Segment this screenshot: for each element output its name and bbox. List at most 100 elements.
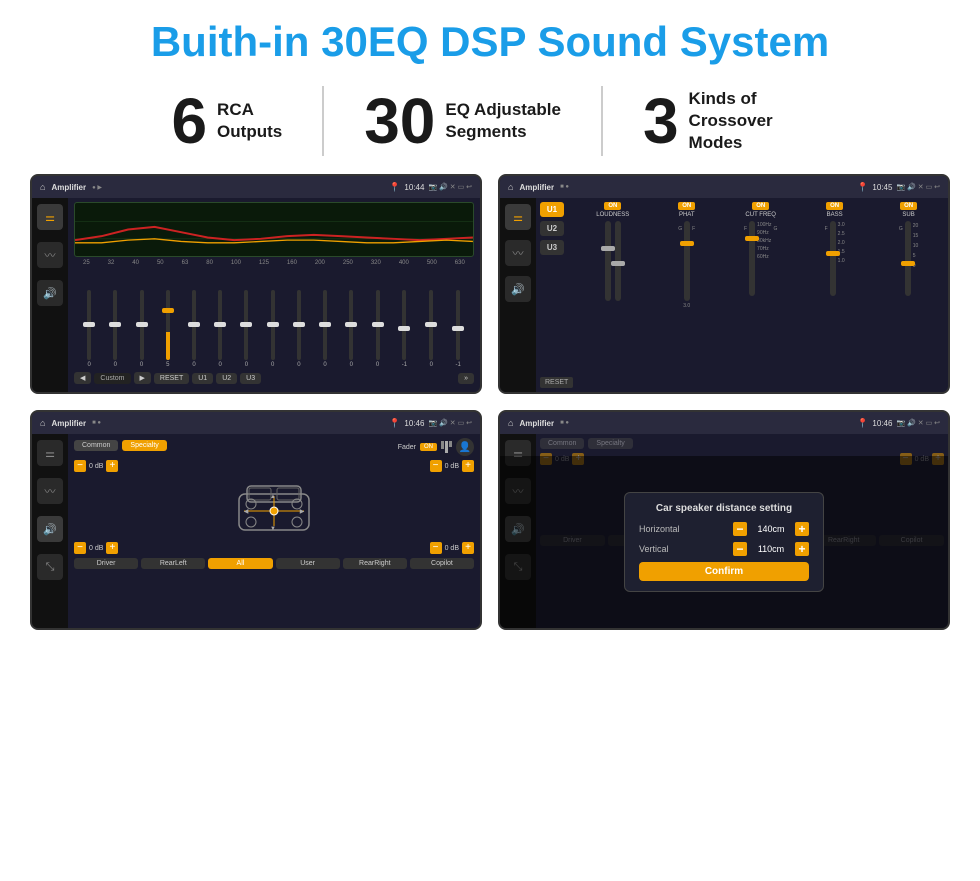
dialog-tab-specialty: Specialty [588,438,632,449]
db-value-fr: 0 dB [445,463,459,470]
fader-speaker-icon[interactable]: 🔊 [37,516,63,542]
eq-speaker-icon[interactable]: 🔊 [37,280,63,306]
cross-wave-icon[interactable]: 〰 [505,240,531,266]
app-name-1: Amplifier [51,183,86,192]
stat-rca-number: 6 [171,89,207,153]
eq-prev-btn[interactable]: ◀ [74,372,91,384]
db-control-rr: − 0 dB + [430,542,474,554]
eq-slider-0: 0 [87,290,91,368]
location-icon-3: 📍 [389,418,400,429]
time-3: 10:46 [404,419,424,428]
eq-side-panel: ⚌ 〰 🔊 [32,198,68,392]
eq-filter-icon[interactable]: ⚌ [37,204,63,230]
phat-on-badge[interactable]: ON [678,202,695,210]
loudness-on-badge[interactable]: ON [604,202,621,210]
time-4: 10:46 [872,419,892,428]
cross-filter-icon[interactable]: ⚌ [505,204,531,230]
vertical-minus-btn[interactable]: − [733,542,747,556]
eq-slider-5: 0 [218,290,222,368]
fader-filter-icon[interactable]: ⚌ [37,440,63,466]
db-control-fl: − 0 dB + [74,460,118,472]
status-icons-4: 📷 🔊 ✕ ▭ ↩ [896,419,940,427]
app-name-3: Amplifier [51,419,86,428]
btn-driver[interactable]: Driver [74,558,138,569]
status-icons-2: 📷 🔊 ✕ ▭ ↩ [896,183,940,191]
vertical-plus-btn[interactable]: + [795,542,809,556]
sub-on-badge[interactable]: ON [900,202,917,210]
fader-tabs: Common Specialty [74,440,167,451]
u1-select-btn[interactable]: U1 [540,202,564,217]
btn-rear-left[interactable]: RearLeft [141,558,205,569]
cutfreq-label: CUT FREQ [745,212,776,218]
eq-wave-icon[interactable]: 〰 [37,242,63,268]
screens-grid: ⌂ Amplifier ● ▶ 📍 10:44 📷 🔊 ✕ ▭ ↩ ⚌ 〰 🔊 [0,166,980,638]
db-plus-rl[interactable]: + [106,542,118,554]
fader-avatar-icon[interactable]: 👤 [456,438,474,456]
status-bar-3: ⌂ Amplifier ■ ● 📍 10:46 📷 🔊 ✕ ▭ ↩ [32,412,480,434]
btn-user[interactable]: User [276,558,340,569]
stat-rca: 6 RCAOutputs [131,89,322,153]
crossover-reset-btn[interactable]: RESET [540,377,573,388]
screen-dialog: ⌂ Amplifier ■ ● 📍 10:46 📷 🔊 ✕ ▭ ↩ ⚌ 〰 🔊 … [498,410,950,630]
u2-select-btn[interactable]: U2 [540,221,564,236]
eq-forward-btn[interactable]: » [458,373,474,384]
tab-common[interactable]: Common [74,440,118,451]
eq-slider-13: 0 [429,290,433,368]
status-bar-2: ⌂ Amplifier ■ ● 📍 10:45 📷 🔊 ✕ ▭ ↩ [500,176,948,198]
phat-section: ON PHAT G F 3.0 [651,202,722,388]
fader-expand-icon[interactable]: ⤡ [37,554,63,580]
loudness-label: LOUDNESS [596,212,629,218]
db-plus-fl[interactable]: + [106,460,118,472]
db-plus-fr[interactable]: + [462,460,474,472]
stats-row: 6 RCAOutputs 30 EQ AdjustableSegments 3 … [0,76,980,166]
location-icon-4: 📍 [857,418,868,429]
btn-rear-right[interactable]: RearRight [343,558,407,569]
home-icon-4: ⌂ [508,418,513,428]
eq-main-area: ⚌ 〰 🔊 [32,198,480,392]
btn-copilot[interactable]: Copilot [410,558,474,569]
eq-graph [74,202,474,257]
bass-label: BASS [827,212,843,218]
stat-eq-number: 30 [364,89,435,153]
fader-wave-icon[interactable]: 〰 [37,478,63,504]
db-value-fl: 0 dB [89,463,103,470]
location-icon-2: 📍 [857,182,868,193]
eq-u2-btn[interactable]: U2 [216,373,237,384]
db-minus-fr[interactable]: − [430,460,442,472]
db-minus-rl[interactable]: − [74,542,86,554]
eq-slider-9: 0 [323,290,327,368]
cutfreq-section: ON CUT FREQ F 100Hz 90Hz 80kHz 70Hz [725,202,796,388]
status-bar-1: ⌂ Amplifier ● ▶ 📍 10:44 📷 🔊 ✕ ▭ ↩ [32,176,480,198]
tab-specialty[interactable]: Specialty [122,440,166,451]
bass-on-badge[interactable]: ON [826,202,843,210]
car-diagram-svg: ▲ ▼ ◀ ▶ [229,476,319,540]
dialog-horizontal-row: Horizontal − 140cm + [639,522,809,536]
cross-speaker-icon[interactable]: 🔊 [505,276,531,302]
distance-dialog: Car speaker distance setting Horizontal … [500,456,948,628]
horizontal-minus-btn[interactable]: − [733,522,747,536]
status-icons-3: 📷 🔊 ✕ ▭ ↩ [428,419,472,427]
db-minus-rr[interactable]: − [430,542,442,554]
stat-eq: 30 EQ AdjustableSegments [324,89,601,153]
fader-on-toggle[interactable]: ON [420,443,437,451]
eq-next-btn[interactable]: ▶ [134,372,151,384]
eq-u1-btn[interactable]: U1 [192,373,213,384]
eq-u3-btn[interactable]: U3 [240,373,261,384]
bass-section: ON BASS F 3.0 2.5 2.0 1.5 1.0 [799,202,870,388]
horizontal-plus-btn[interactable]: + [795,522,809,536]
eq-reset-btn[interactable]: RESET [154,373,189,384]
db-minus-fl[interactable]: − [74,460,86,472]
u-buttons-group: U1 U2 U3 RESET [540,202,573,388]
db-control-fr: − 0 dB + [430,460,474,472]
confirm-button[interactable]: Confirm [639,562,809,581]
u3-select-btn[interactable]: U3 [540,240,564,255]
cutfreq-on-badge[interactable]: ON [752,202,769,210]
fader-main-area: ⚌ 〰 🔊 ⤡ Common Specialty Fader ON [32,434,480,628]
eq-slider-3: 5 [166,290,170,368]
horizontal-value: 140cm [751,524,791,534]
status-icons-1: 📷 🔊 ✕ ▭ ↩ [428,183,472,191]
db-plus-rr[interactable]: + [462,542,474,554]
btn-all[interactable]: All [208,558,272,569]
db-value-rr: 0 dB [445,545,459,552]
home-icon-2: ⌂ [508,182,513,192]
